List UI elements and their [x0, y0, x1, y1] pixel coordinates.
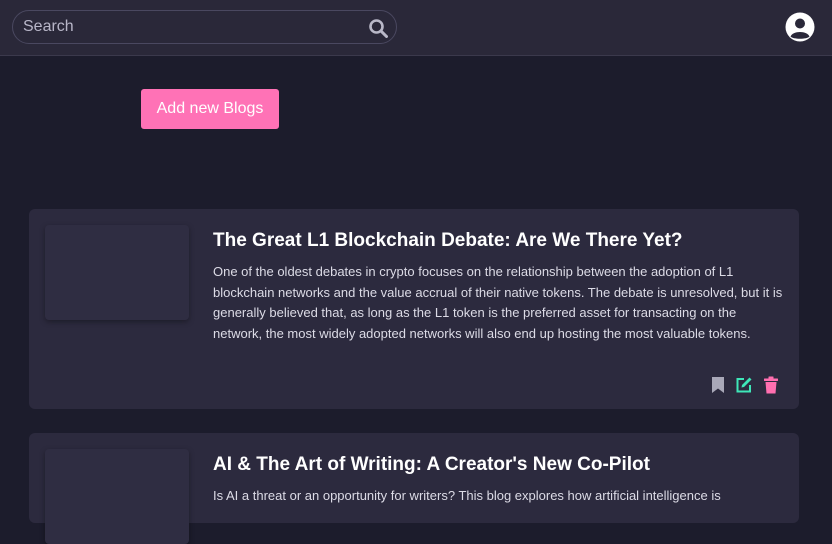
search-icon[interactable]: [368, 18, 388, 38]
top-navbar: [0, 0, 832, 56]
blog-title[interactable]: The Great L1 Blockchain Debate: Are We T…: [213, 230, 783, 252]
blog-actions: [711, 375, 779, 395]
add-new-blog-button[interactable]: Add new Blogs: [141, 89, 279, 129]
blog-title[interactable]: AI & The Art of Writing: A Creator's New…: [213, 454, 783, 476]
search-input[interactable]: [23, 17, 353, 37]
blog-card[interactable]: The Great L1 Blockchain Debate: Are We T…: [29, 209, 799, 409]
search-box[interactable]: [12, 10, 397, 44]
blog-card[interactable]: AI & The Art of Writing: A Creator's New…: [29, 433, 799, 544]
edit-icon[interactable]: [735, 376, 753, 394]
blog-thumbnail: [45, 225, 189, 320]
blog-excerpt: One of the oldest debates in crypto focu…: [213, 264, 783, 341]
trash-icon[interactable]: [763, 376, 779, 394]
bookmark-icon[interactable]: [711, 376, 725, 394]
user-avatar-icon[interactable]: [785, 12, 815, 42]
blog-thumbnail: [45, 449, 189, 544]
blog-excerpt: Is AI a threat or an opportunity for wri…: [213, 488, 721, 503]
